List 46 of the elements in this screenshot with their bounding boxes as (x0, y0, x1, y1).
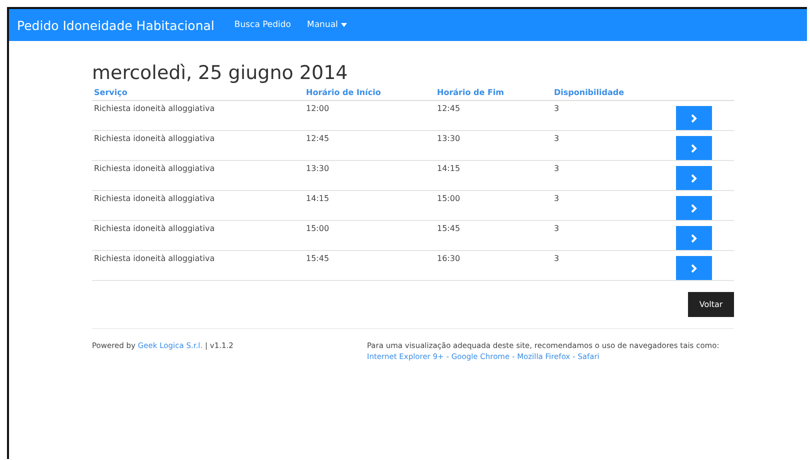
select-button[interactable] (676, 166, 712, 190)
chevron-right-icon (691, 114, 697, 122)
date-heading: mercoledì, 25 giugno 2014 (92, 62, 349, 84)
table-cell-text: 12:45 (305, 133, 330, 145)
select-button[interactable] (676, 196, 712, 220)
table-cell-text: 12:00 (305, 103, 330, 115)
table-cell-text: 13:30 (436, 133, 462, 145)
table-cell-text: 15:00 (305, 223, 330, 235)
table-cell-text: 12:45 (436, 103, 462, 115)
table-cell-text: 3 (553, 133, 560, 145)
column-header: Disponibilidade (553, 87, 626, 99)
table-cell-text: 3 (553, 223, 560, 235)
column-header: Serviço (93, 87, 128, 99)
select-button[interactable] (676, 136, 712, 160)
back-button[interactable]: Voltar (688, 292, 734, 317)
table-cell-text: 3 (553, 193, 560, 205)
table-cell-text: Richiesta idoneità alloggiativa (93, 103, 216, 115)
chevron-right-icon (691, 144, 697, 152)
table-cell-text: Richiesta idoneità alloggiativa (93, 223, 216, 235)
chevron-right-icon (691, 264, 697, 272)
table-cell-text: 15:45 (305, 253, 330, 265)
chevron-right-icon (691, 234, 697, 242)
chevron-right-icon (691, 174, 697, 182)
caret-icon (340, 23, 347, 27)
table-cell-text: 15:00 (436, 193, 462, 205)
select-button[interactable] (676, 226, 712, 250)
table-cell-text: Richiesta idoneità alloggiativa (93, 193, 216, 205)
table-cell-text: 14:15 (305, 193, 330, 205)
table-cell-text: 15:45 (436, 223, 462, 235)
column-header: Horário de Fim (436, 87, 505, 99)
nav-link[interactable]: Busca Pedido (234, 20, 292, 30)
select-button[interactable] (676, 106, 712, 130)
dropdown-menu[interactable]: Manual (307, 20, 347, 30)
column-header: Horário de Início (305, 87, 382, 99)
chevron-right-icon (691, 204, 697, 212)
brand-link[interactable]: Pedido Idoneidade Habitacional (17, 18, 214, 32)
table-cell-text: 13:30 (305, 163, 330, 175)
table-cell-text: 14:15 (436, 163, 462, 175)
table-cell-text: Richiesta idoneità alloggiativa (93, 133, 216, 145)
table-cell-text: Richiesta idoneità alloggiativa (93, 253, 216, 265)
table-cell-text: Richiesta idoneità alloggiativa (93, 163, 216, 175)
table-cell-text: 3 (553, 163, 560, 175)
select-button[interactable] (676, 256, 712, 280)
table-cell-text: 16:30 (436, 253, 462, 265)
table-cell-text: 3 (553, 253, 560, 265)
table-cell-text: 3 (553, 103, 560, 115)
